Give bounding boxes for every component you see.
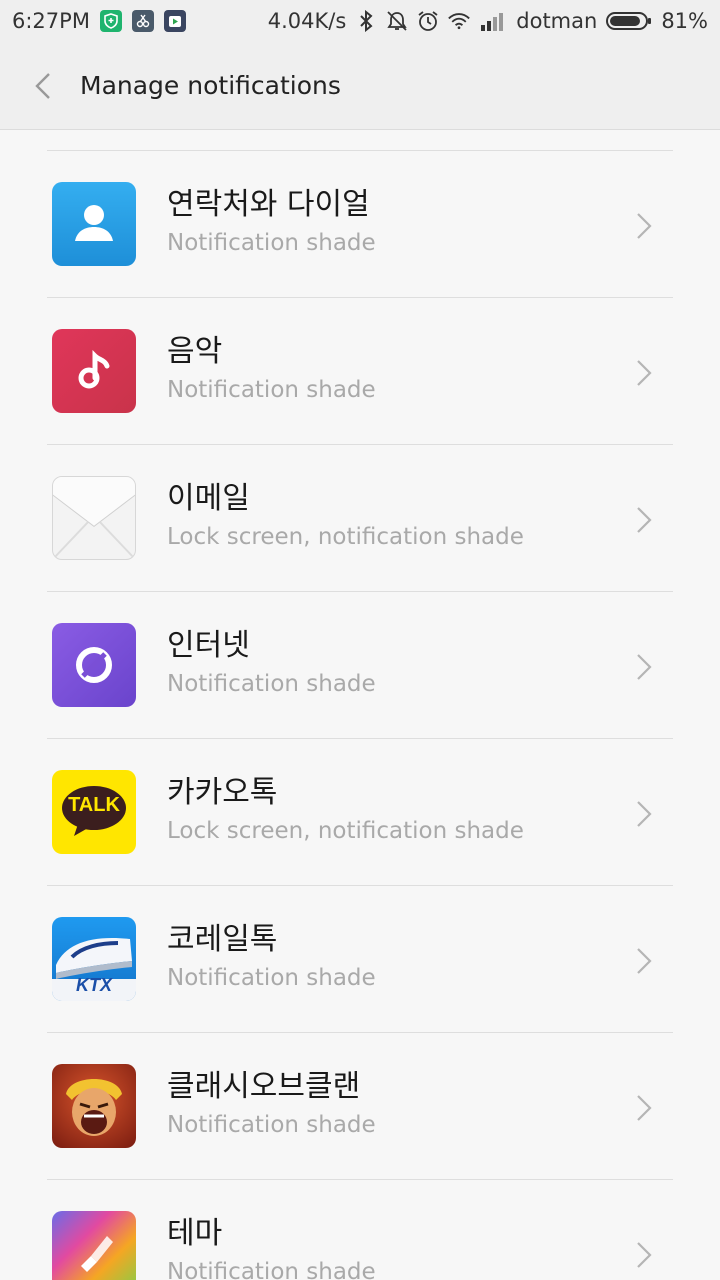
chevron-right-icon <box>637 213 652 239</box>
item-text: 음악 Notification shade <box>167 334 376 404</box>
app-name: 코레일톡 <box>167 922 278 957</box>
silent-mode-icon <box>386 10 408 32</box>
contacts-icon <box>52 182 136 266</box>
cleaner-app-icon <box>131 10 154 32</box>
alarm-icon <box>417 10 439 32</box>
app-name: 카카오톡 <box>167 775 278 810</box>
themes-icon <box>52 1211 136 1280</box>
app-name: 인터넷 <box>167 628 250 663</box>
status-bar: 6:27PM 4.04K/s dotman 81% <box>0 0 720 42</box>
chevron-right-icon <box>637 1095 652 1121</box>
chevron-right-icon <box>637 360 652 386</box>
kakaotalk-icon: TALK <box>52 770 136 854</box>
notification-setting: Notification shade <box>167 377 376 403</box>
security-shield-icon <box>99 10 122 32</box>
back-button[interactable] <box>8 42 78 130</box>
app-name: 테마 <box>167 1216 223 1251</box>
list-item-clash-of-clans[interactable]: 클래시오브클랜 Notification shade <box>47 1033 673 1180</box>
chevron-right-icon <box>637 948 652 974</box>
chevron-right-icon <box>637 654 652 680</box>
carrier-name: dotman <box>516 9 598 33</box>
app-notification-list: 연락처와 다이얼 Notification shade 음악 Notificat… <box>0 131 720 1280</box>
bluetooth-icon <box>355 10 377 32</box>
chevron-right-icon <box>637 801 652 827</box>
music-icon <box>52 329 136 413</box>
item-text: 이메일 Lock screen, notification shade <box>167 481 524 551</box>
item-text: 카카오톡 Lock screen, notification shade <box>167 775 524 845</box>
page-title: Manage notifications <box>80 71 341 100</box>
status-left: 6:27PM <box>12 9 186 33</box>
app-name: 음악 <box>167 334 223 369</box>
list-item-email[interactable]: 이메일 Lock screen, notification shade <box>47 445 673 592</box>
network-speed: 4.04K/s <box>267 9 347 33</box>
action-bar: Manage notifications <box>0 42 720 130</box>
wifi-icon <box>448 10 471 32</box>
signal-icon <box>479 10 507 32</box>
notification-setting: Notification shade <box>167 965 376 991</box>
app-name: 이메일 <box>167 481 250 516</box>
status-right: 4.04K/s dotman 81% <box>268 9 708 33</box>
item-text: 인터넷 Notification shade <box>167 628 376 698</box>
list-item-contacts[interactable]: 연락처와 다이얼 Notification shade <box>47 151 673 298</box>
status-time: 6:27PM <box>12 9 90 33</box>
notification-setting: Notification shade <box>167 1112 376 1138</box>
email-icon <box>52 476 136 560</box>
item-text: 연락처와 다이얼 Notification shade <box>167 187 376 257</box>
clash-of-clans-icon <box>52 1064 136 1148</box>
battery-icon <box>606 10 652 32</box>
list-item-kakaotalk[interactable]: TALK 카카오톡 Lock screen, notification shad… <box>47 739 673 886</box>
notification-setting: Notification shade <box>167 671 376 697</box>
chevron-right-icon <box>637 1242 652 1268</box>
item-text: 테마 Notification shade <box>167 1216 376 1280</box>
korail-icon: KTX <box>52 917 136 1001</box>
chevron-left-icon <box>35 72 50 99</box>
korail-icon-label: KTX <box>76 975 112 995</box>
notification-setting: Notification shade <box>167 230 376 256</box>
notification-setting: Notification shade <box>167 1259 376 1280</box>
notification-manager-screen: 6:27PM 4.04K/s dotman 81% Manage notific… <box>0 0 720 1280</box>
list-item-music[interactable]: 음악 Notification shade <box>47 298 673 445</box>
app-name: 연락처와 다이얼 <box>167 187 370 222</box>
notification-setting: Lock screen, notification shade <box>167 524 524 550</box>
browser-icon <box>52 623 136 707</box>
item-text: 코레일톡 Notification shade <box>167 922 376 992</box>
list-item-korail[interactable]: KTX 코레일톡 Notification shade <box>47 886 673 1033</box>
battery-percent: 81% <box>661 9 708 33</box>
kakaotalk-icon-label: TALK <box>68 794 120 816</box>
chevron-right-icon <box>637 507 652 533</box>
notification-setting: Lock screen, notification shade <box>167 818 524 844</box>
item-text: 클래시오브클랜 Notification shade <box>167 1069 376 1139</box>
list-item-internet[interactable]: 인터넷 Notification shade <box>47 592 673 739</box>
app-name: 클래시오브클랜 <box>167 1069 361 1104</box>
play-store-icon <box>163 10 186 32</box>
list-item-themes[interactable]: 테마 Notification shade <box>47 1180 673 1280</box>
